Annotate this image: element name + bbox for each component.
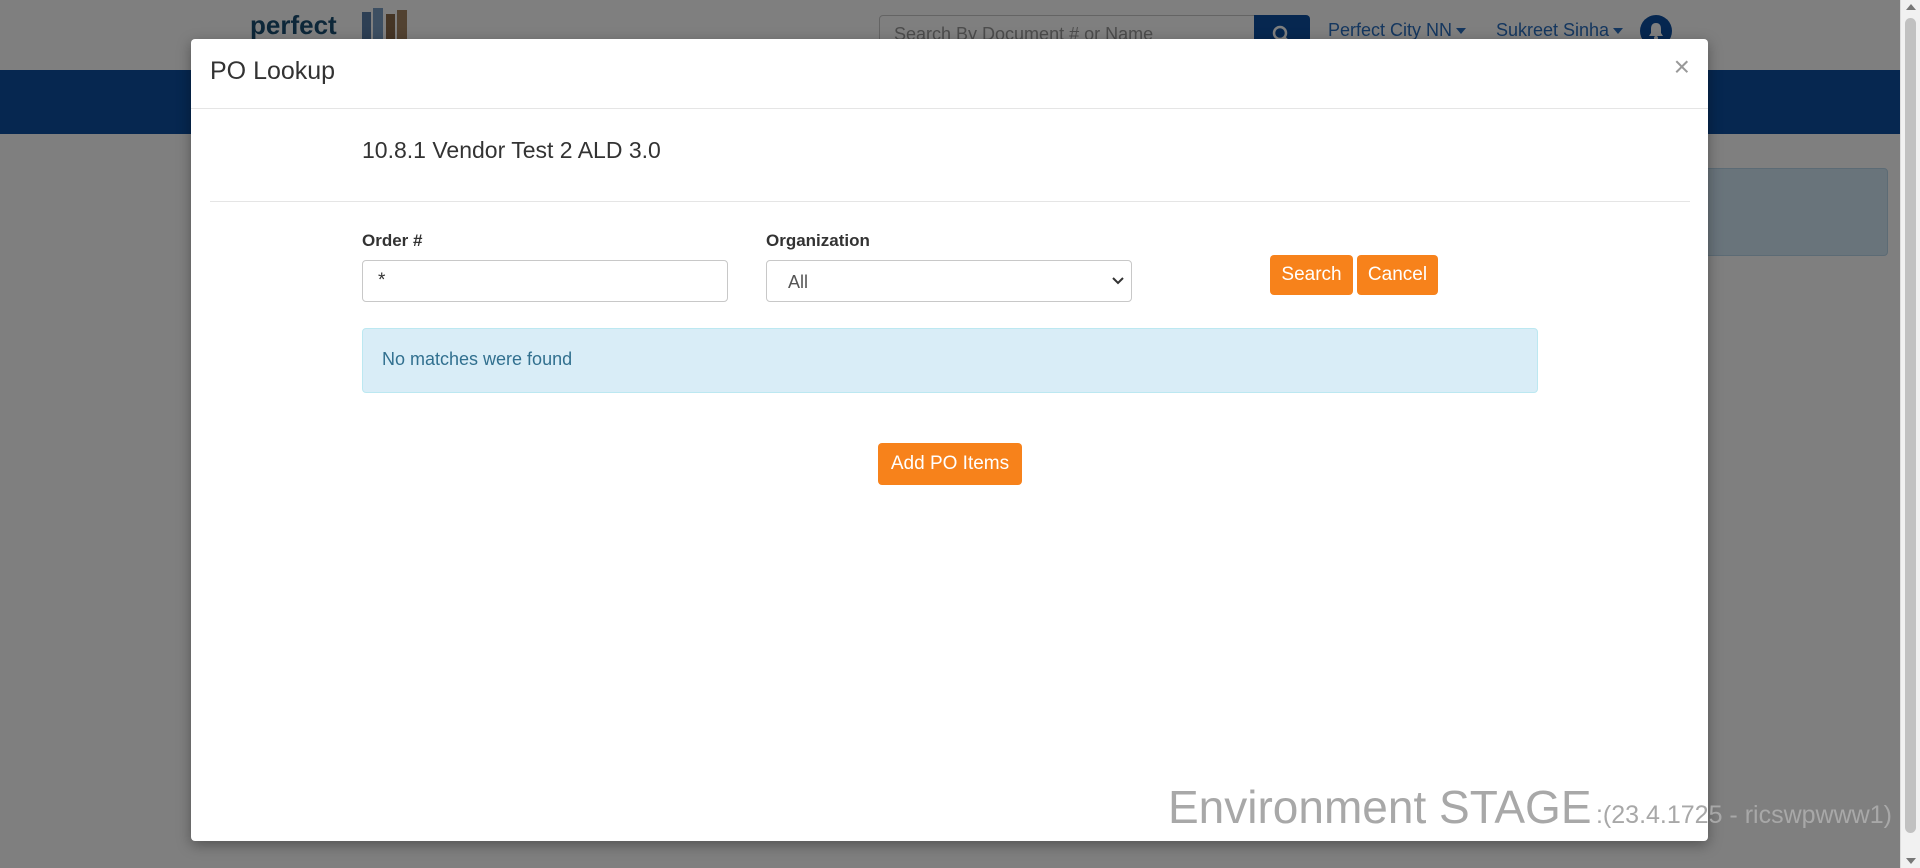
add-po-items-button[interactable]: Add PO Items: [878, 443, 1022, 485]
scrollbar-thumb[interactable]: [1905, 18, 1916, 833]
divider: [210, 201, 1690, 202]
modal-title: PO Lookup: [210, 57, 336, 85]
no-results-alert: No matches were found: [362, 328, 1538, 393]
modal-header: PO Lookup ×: [191, 39, 1708, 109]
page-scrollbar[interactable]: [1900, 0, 1920, 868]
scroll-up-arrow-icon[interactable]: [1906, 4, 1916, 10]
close-button[interactable]: ×: [1674, 53, 1690, 81]
organization-select[interactable]: All: [766, 260, 1132, 302]
environment-label: Environment STAGE: [1168, 781, 1592, 833]
scroll-down-arrow-icon[interactable]: [1906, 858, 1916, 864]
order-number-input[interactable]: [362, 260, 728, 302]
po-lookup-modal: PO Lookup × 10.8.1 Vendor Test 2 ALD 3.0…: [191, 39, 1708, 841]
chevron-down-icon: [1112, 277, 1124, 285]
environment-watermark: Environment STAGE :(23.4.1725 - ricswpww…: [1168, 780, 1892, 834]
vendor-title: 10.8.1 Vendor Test 2 ALD 3.0: [362, 137, 661, 163]
search-button[interactable]: Search: [1270, 255, 1353, 295]
organization-selected-value: All: [788, 272, 809, 292]
no-results-message: No matches were found: [382, 349, 573, 369]
organization-label: Organization: [766, 231, 870, 250]
cancel-button[interactable]: Cancel: [1357, 255, 1438, 295]
environment-version: :(23.4.1725 - ricswpwww1): [1595, 801, 1892, 829]
order-number-label: Order #: [362, 231, 423, 250]
